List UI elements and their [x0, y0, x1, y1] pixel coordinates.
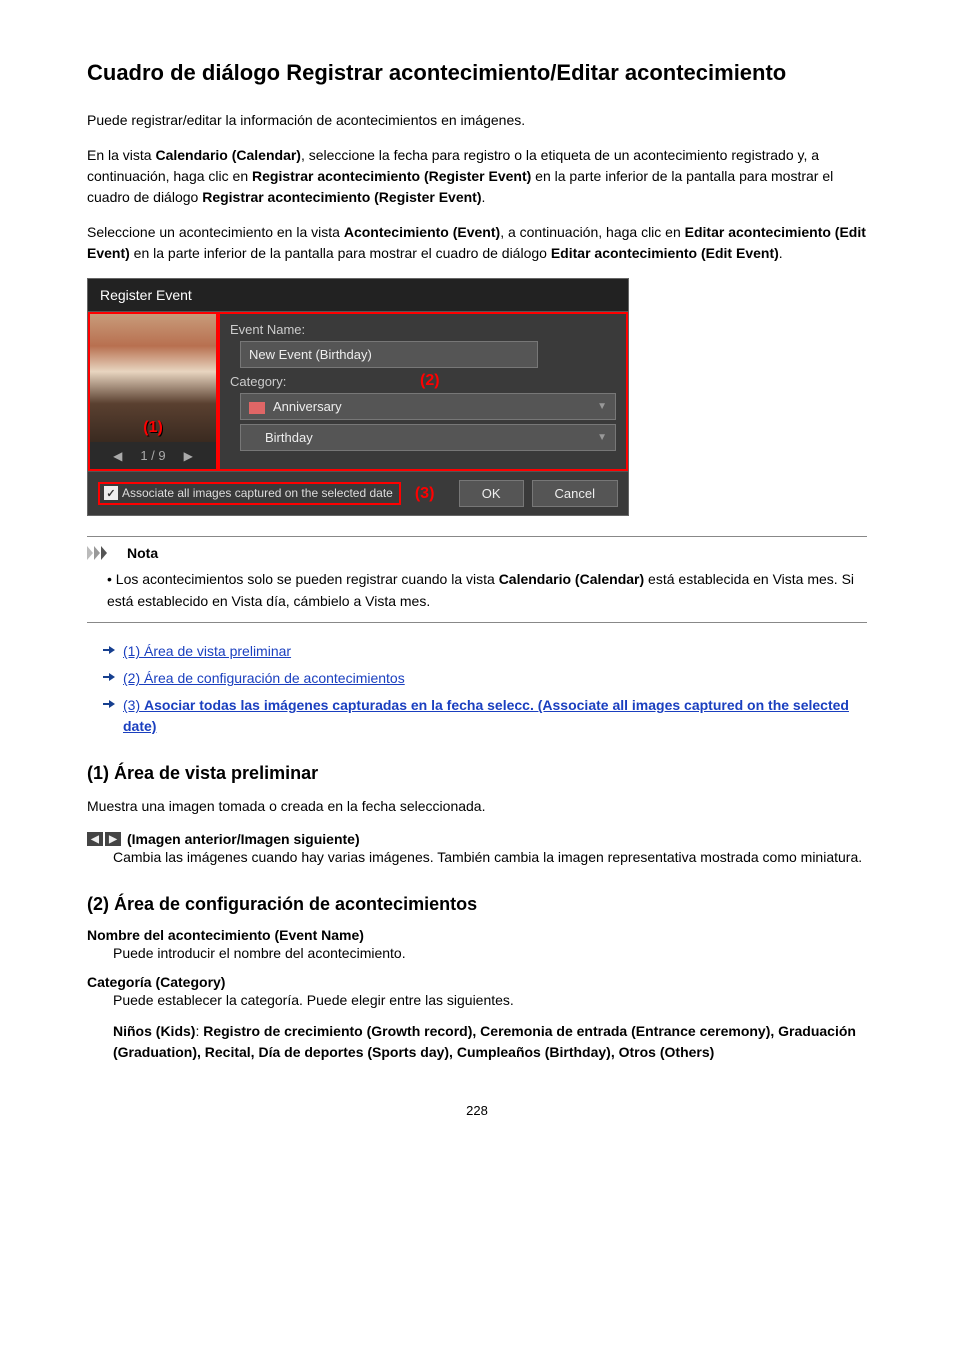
subcategory-select[interactable]: Birthday ▼ [240, 424, 616, 451]
annotation-2: (2) [420, 372, 440, 390]
text-bold: Registrar acontecimiento (Register Event… [252, 168, 531, 184]
link-event-settings-area[interactable]: (2) Área de configuración de acontecimie… [123, 668, 405, 689]
page-number: 228 [87, 1103, 867, 1118]
preview-area: (1) ◀ 1 / 9 ▶ [88, 312, 218, 471]
checkbox-checked-icon: ✓ [104, 486, 118, 500]
arrow-right-icon [103, 645, 115, 655]
dialog-footer: ✓ Associate all images captured on the s… [88, 471, 628, 515]
prev-next-icon-body: Cambia las imágenes cuando hay varias im… [87, 847, 867, 868]
text-bold: Niños (Kids) [113, 1023, 195, 1039]
pager-text: 1 / 9 [140, 448, 165, 463]
text: , a continuación, haga clic en [500, 224, 684, 240]
subcategory-value: Birthday [249, 430, 313, 445]
annotation-3: (3) [415, 485, 435, 503]
paragraph-3: Seleccione un acontecimiento en la vista… [87, 222, 867, 264]
prev-next-icon-term: ◀ ▶ (Imagen anterior/Imagen siguiente) [87, 831, 867, 847]
event-name-body: Puede introducir el nombre del acontecim… [87, 943, 867, 964]
event-name-term: Nombre del acontecimiento (Event Name) [87, 927, 867, 943]
cancel-button[interactable]: Cancel [532, 480, 618, 507]
dialog-screenshot: Register Event (1) ◀ 1 / 9 ▶ (2) Event N… [87, 278, 629, 516]
note-box: Nota Los acontecimientos solo se pueden … [87, 536, 867, 623]
paragraph-2: En la vista Calendario (Calendar), selec… [87, 145, 867, 208]
arrow-right-icon [103, 672, 115, 682]
text-bold: Editar acontecimiento (Edit Event) [551, 245, 779, 261]
text-bold: Registro de crecimiento (Growth record),… [113, 1023, 856, 1060]
chevron-down-icon: ▼ [597, 401, 607, 412]
checkbox-label: Associate all images captured on the sel… [122, 486, 393, 500]
link-row: (3) Asociar todas las imágenes capturada… [87, 695, 867, 737]
page-title: Cuadro de diálogo Registrar acontecimien… [87, 60, 867, 86]
category-list: Niños (Kids): Registro de crecimiento (G… [87, 1021, 867, 1063]
text-bold: Calendario (Calendar) [499, 571, 644, 587]
prev-icon: ◀ [87, 832, 103, 846]
link-preview-area[interactable]: (1) Área de vista preliminar [123, 641, 291, 662]
link-row: (1) Área de vista preliminar [87, 641, 867, 662]
link-associate-images[interactable]: (3) Asociar todas las imágenes capturada… [123, 695, 867, 737]
anchor-link-list: (1) Área de vista preliminar (2) Área de… [87, 641, 867, 737]
prev-image-icon[interactable]: ◀ [113, 449, 122, 463]
section-1-body: Muestra una imagen tomada o creada en la… [87, 796, 867, 817]
ok-button[interactable]: OK [459, 480, 524, 507]
text: en la parte inferior de la pantalla para… [130, 245, 551, 261]
next-image-icon[interactable]: ▶ [184, 449, 193, 463]
text-bold: Asociar todas las imágenes capturadas en… [123, 697, 849, 734]
annotation-1: (1) [143, 419, 163, 437]
text: . [482, 189, 486, 205]
intro-text: Puede registrar/editar la información de… [87, 110, 867, 131]
text: (3) [123, 697, 144, 713]
text: . [779, 245, 783, 261]
category-body: Puede establecer la categoría. Puede ele… [87, 990, 867, 1011]
text-bold: Acontecimiento (Event) [344, 224, 500, 240]
section-2-heading: (2) Área de configuración de acontecimie… [87, 894, 867, 915]
prev-next-icon: ◀ ▶ [87, 832, 121, 846]
note-icon [87, 546, 121, 560]
category-select[interactable]: Anniversary ▼ [240, 393, 616, 420]
icon-label: (Imagen anterior/Imagen siguiente) [127, 831, 360, 847]
arrow-right-icon [103, 699, 115, 709]
chevron-down-icon: ▼ [597, 432, 607, 443]
text: Los acontecimientos solo se pueden regis… [116, 571, 499, 587]
note-text: Los acontecimientos solo se pueden regis… [87, 569, 867, 612]
category-term: Categoría (Category) [87, 974, 867, 990]
event-name-label: Event Name: [230, 322, 616, 337]
note-heading: Nota [87, 545, 867, 561]
text-bold: Registrar acontecimiento (Register Event… [202, 189, 481, 205]
section-1-heading: (1) Área de vista preliminar [87, 763, 867, 784]
event-name-input[interactable]: New Event (Birthday) [240, 341, 538, 368]
pager: ◀ 1 / 9 ▶ [90, 442, 216, 469]
note-title: Nota [127, 545, 158, 561]
associate-checkbox-wrap[interactable]: ✓ Associate all images captured on the s… [98, 482, 401, 504]
category-color-swatch [249, 402, 265, 414]
preview-thumbnail: (1) [90, 314, 216, 442]
text: Seleccione un acontecimiento en la vista [87, 224, 344, 240]
text: En la vista [87, 147, 155, 163]
dialog-title: Register Event [88, 279, 628, 312]
link-row: (2) Área de configuración de acontecimie… [87, 668, 867, 689]
event-settings-area: (2) Event Name: New Event (Birthday) Cat… [218, 312, 628, 471]
next-icon: ▶ [105, 832, 121, 846]
text-bold: Calendario (Calendar) [155, 147, 300, 163]
category-value: Anniversary [273, 399, 342, 414]
